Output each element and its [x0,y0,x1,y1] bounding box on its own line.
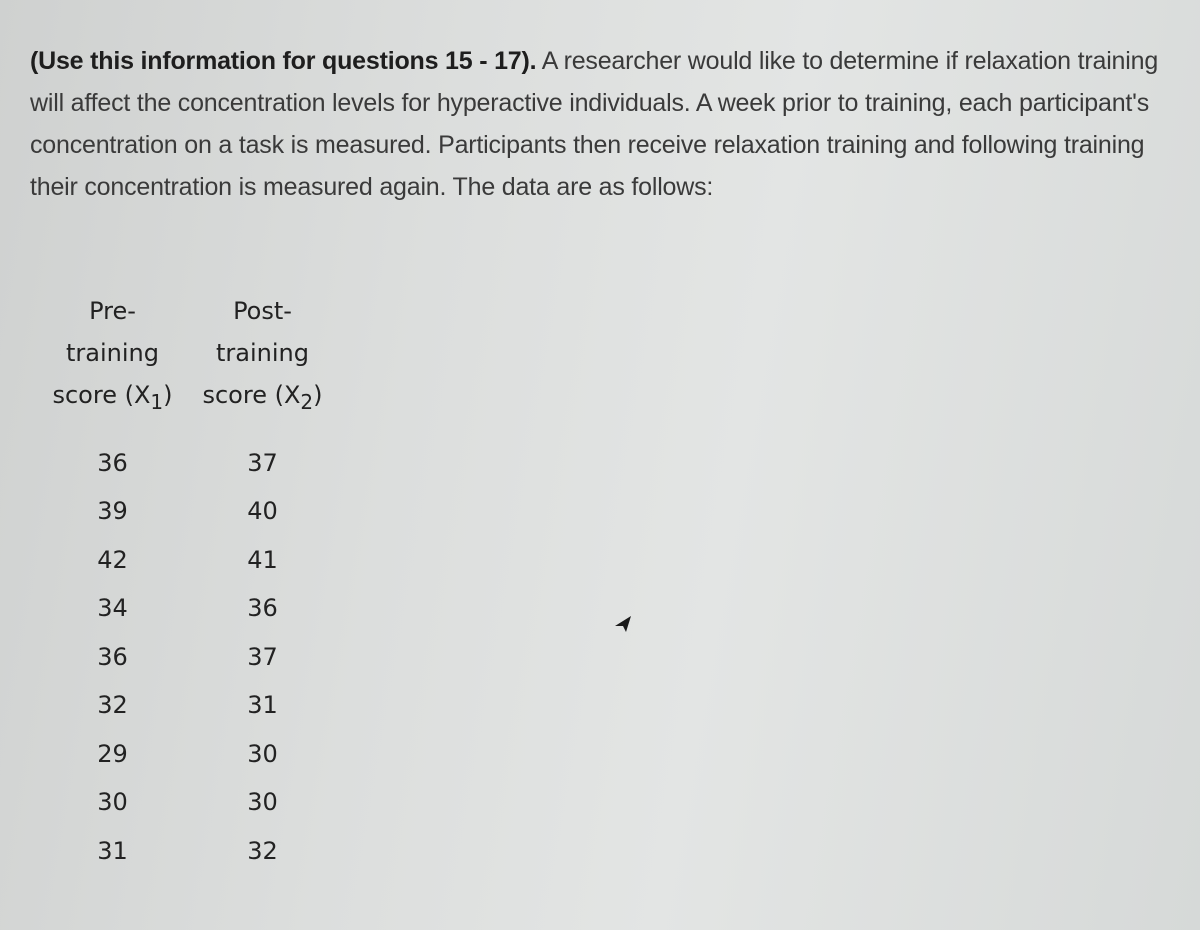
header-line: score (X2) [200,374,325,423]
table-cell: 40 [247,497,278,526]
problem-statement: (Use this information for questions 15 -… [30,40,1190,208]
intro-bold: (Use this information for questions 15 -… [30,47,537,75]
post-values: 37 40 41 36 37 31 30 30 32 [200,439,325,876]
pre-training-column: Pre- training score (X1) 36 39 42 34 36 32 29 3… [50,290,175,875]
table-cell: 37 [247,642,278,671]
header-text: ) [313,381,323,409]
header-line: Post- [233,297,292,325]
mouse-cursor-icon [615,616,631,632]
table-cell: 39 [97,497,128,526]
table-cell: 36 [97,448,128,477]
table-cell: 42 [97,545,128,574]
subscript: 2 [300,389,314,414]
table-cell: 31 [247,691,278,720]
table-cell: 30 [247,788,278,817]
table-cell: 31 [97,836,128,865]
table-cell: 34 [97,594,128,623]
header-line: score (X1) [50,374,175,423]
table-cell: 36 [97,642,128,671]
table-cell: 41 [247,545,278,574]
table-cell: 32 [97,691,128,720]
table-cell: 30 [247,739,278,768]
table-cell: 30 [97,788,128,817]
header-text: score (X [52,381,151,409]
table-cell: 36 [247,594,278,623]
post-training-column: Post- training score (X2) 37 40 41 36 37 31 30… [200,290,325,875]
column-header-pre: Pre- training score (X1) [50,290,175,423]
header-text: ) [163,381,173,409]
subscript: 1 [150,389,164,414]
column-header-post: Post- training score (X2) [200,290,325,423]
header-text: score (X [202,381,301,409]
table-cell: 37 [247,448,278,477]
header-line: training [216,339,309,367]
table-cell: 29 [97,739,128,768]
pre-values: 36 39 42 34 36 32 29 30 31 [50,439,175,876]
header-line: Pre- [89,297,136,325]
table-cell: 32 [247,836,278,865]
header-line: training [66,339,159,367]
